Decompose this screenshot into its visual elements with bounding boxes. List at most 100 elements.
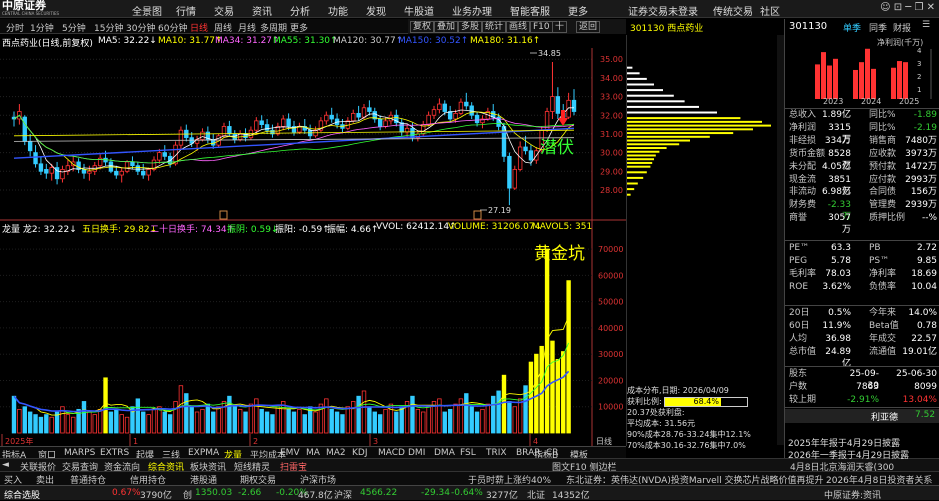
volume-bar: [329, 408, 334, 434]
indicator-tab-9[interactable]: EMV: [280, 448, 300, 458]
draw-button[interactable]: 画线: [506, 21, 531, 33]
period-daily[interactable]: 日线: [190, 21, 208, 34]
vol-tick: 30000: [598, 350, 623, 359]
period-15min[interactable]: 15分钟: [94, 21, 123, 34]
period-monthly[interactable]: 月线: [238, 21, 256, 34]
tab-single-quarter[interactable]: 单季: [843, 21, 861, 34]
icon-arrow-left[interactable]: ◄: [2, 460, 9, 470]
period-1min[interactable]: 1分钟: [30, 21, 54, 34]
volume-bar: [124, 416, 130, 434]
indicator-tab-10[interactable]: MA: [306, 448, 320, 458]
fin-cell: 同比%: [869, 110, 896, 120]
cost-bar-below: [627, 135, 710, 138]
period-weekly[interactable]: 周线: [214, 21, 232, 34]
price-volume-chart[interactable]: 35.00 34.00 33.00 32.00 31.00 30.00 29.00 28.00…: [0, 48, 626, 446]
volume-bar: [550, 340, 555, 434]
net-profit-bar: [853, 69, 858, 99]
link-traditional-trade[interactable]: 传统交易: [713, 3, 753, 18]
period-60min[interactable]: 60分钟: [158, 21, 187, 34]
multi-stock-button[interactable]: 多股: [458, 21, 483, 33]
volume-bar: [33, 414, 38, 434]
tab-same-quarter[interactable]: 同季: [869, 21, 887, 34]
link-community[interactable]: 社区: [760, 3, 780, 18]
vol-zhenfu: 振幅: 4.66↑: [327, 225, 379, 235]
panel-scrollbar[interactable]: [777, 35, 784, 445]
login-status[interactable]: 证券交易未登录: [628, 3, 698, 18]
price-tick: 34.00: [600, 74, 623, 83]
fin-cell: 合同债: [869, 187, 897, 198]
period-30min[interactable]: 30分钟: [126, 21, 155, 34]
dist-title: 成本分布,日期: 2026/04/09: [627, 386, 729, 395]
separator: [785, 366, 939, 367]
event-marker-icon[interactable]: [219, 210, 228, 220]
news-line-3[interactable]: 2026年一季报于4月29日披露: [788, 448, 909, 461]
period-fenshi[interactable]: 分时: [6, 21, 24, 34]
tab-report[interactable]: 财报: [893, 21, 911, 34]
separator: [785, 407, 939, 408]
period-multi[interactable]: 多周期: [260, 21, 287, 34]
price-tick: 35.00: [600, 55, 623, 64]
cost-bar-below: [627, 182, 638, 185]
cost-bar-below: [627, 120, 762, 123]
cost-bar-below: [627, 161, 653, 164]
menu-icon[interactable]: ☰: [922, 20, 930, 30]
indicator-tab-17[interactable]: TRIX: [486, 448, 507, 458]
val-cell: 63.3: [830, 243, 851, 253]
candle-body: [146, 169, 151, 176]
window-controls[interactable]: ☺ ⊡ ─ ❐ ✕: [880, 2, 935, 13]
fuquan-button[interactable]: 复权: [410, 21, 435, 33]
menu-overview[interactable]: 全景图: [132, 3, 162, 18]
cost-bar-above: [627, 111, 717, 114]
period-5min[interactable]: 5分钟: [62, 21, 86, 34]
menu-quotes[interactable]: 行情: [176, 3, 196, 18]
volume-bar: [496, 390, 501, 434]
candle-body: [458, 101, 464, 114]
overlay-button[interactable]: 叠加: [434, 21, 459, 33]
fin-cell: 管理费: [869, 200, 897, 211]
period-more[interactable]: 更多: [290, 21, 308, 34]
vol-tick: 50000: [598, 298, 623, 307]
status-item-8: 沪深: [334, 491, 353, 501]
menu-service[interactable]: 智能客服: [510, 3, 550, 18]
indicator-tab-15[interactable]: DMA: [434, 448, 455, 458]
indicator-tab-16[interactable]: FSL: [460, 448, 476, 458]
indicator-tab-14[interactable]: DMI: [408, 448, 425, 458]
menu-analysis[interactable]: 分析: [290, 3, 310, 18]
dist-profit-row: 获利比例: 68.4%: [627, 396, 783, 407]
f10-button[interactable]: F10: [530, 21, 553, 33]
linked-stock-bar[interactable]: 利亚德 7.52: [785, 409, 939, 423]
menu-trade[interactable]: 交易: [214, 3, 234, 18]
status-item-0[interactable]: 综合选股: [4, 488, 40, 501]
perf-row: 60日 11.9% Beta值 0.78: [789, 320, 939, 332]
candle-body: [254, 120, 259, 131]
indicator-tab-2[interactable]: MARPS: [64, 448, 95, 458]
indicator-tab-6[interactable]: EXPMA: [188, 448, 219, 458]
menu-discover[interactable]: 发现: [366, 3, 386, 18]
menu-more[interactable]: 更多: [568, 3, 588, 18]
linked-stock-name: 利亚德: [871, 413, 899, 423]
cost-bar-above: [627, 66, 633, 69]
menu-niugudao[interactable]: 牛股道: [404, 3, 434, 18]
back-button[interactable]: 返回: [576, 21, 601, 33]
perf-cell: 0.5%: [828, 308, 851, 318]
menu-news[interactable]: 资讯: [252, 3, 272, 18]
menu-business[interactable]: 业务办理: [452, 3, 492, 18]
fin-row: 净利润 3315万 同比% -2.19: [789, 122, 939, 145]
candle-body: [33, 152, 38, 165]
volume-bar: [421, 411, 426, 434]
indicator-tab-11[interactable]: MA2: [326, 448, 346, 458]
stats-button[interactable]: 统计: [482, 21, 507, 33]
candle-body: [221, 126, 227, 137]
cost-bar-below: [627, 188, 635, 191]
volume-bar: [383, 408, 388, 434]
net-profit-bar: [859, 62, 864, 99]
menu-function[interactable]: 功能: [328, 3, 348, 18]
indicator-tab-12[interactable]: KDJ: [352, 448, 368, 458]
fin-row: 货币金额 8528万 应收款 3973万: [789, 148, 939, 171]
event-marker-icon-2[interactable]: [473, 210, 482, 220]
indicator-tab-13[interactable]: MACD: [378, 448, 405, 458]
indicator-tab-3[interactable]: EXTRS: [100, 448, 129, 458]
crosshair-button[interactable]: 十: [552, 21, 568, 33]
ma5-value: MA5: 32.22↓: [98, 36, 157, 46]
fin-cell: 质押比例: [869, 213, 906, 224]
